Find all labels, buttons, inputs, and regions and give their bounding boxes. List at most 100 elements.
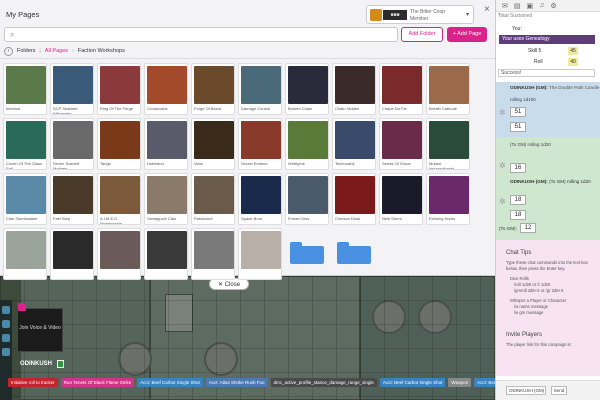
page-label <box>51 269 93 279</box>
page-card[interactable]: SCP Seafarer Wikomatic <box>50 63 94 115</box>
page-label: Crimson Dusk <box>335 216 361 221</box>
folder-icon[interactable] <box>285 228 329 280</box>
page-card[interactable]: Seeds Of Grace <box>379 118 423 170</box>
page-card[interactable]: Crimson Dusk <box>332 173 376 225</box>
page-card[interactable]: Interlust <box>3 63 47 115</box>
page-card[interactable]: Forge Of Blood <box>191 63 235 115</box>
page-card[interactable] <box>144 228 188 280</box>
roll-result: 16 <box>510 163 526 173</box>
roll-header-muted: Sustained <box>509 13 533 19</box>
page-label: Chain Hidden <box>335 106 360 111</box>
page-card[interactable]: Crossroads <box>144 63 188 115</box>
page-card[interactable]: Frozen Kiss <box>285 173 329 225</box>
page-card[interactable]: Vahe <box>191 118 235 170</box>
macro-button[interactable]: dmc_active_profile_stance_damage_range_s… <box>270 378 377 387</box>
page-label <box>98 269 140 279</box>
breadcrumb-current: Faction Workshops <box>77 48 125 54</box>
map-layer-icon[interactable] <box>2 320 10 328</box>
page-thumbnail <box>6 176 46 214</box>
page-card[interactable] <box>238 228 282 280</box>
send-button[interactable]: Send <box>551 386 567 395</box>
page-card[interactable]: Tango <box>97 118 141 170</box>
pages-modal: My Pages ■■■ The Bitter Coop Member ▾ × … <box>0 0 495 280</box>
page-card[interactable]: Damage Control <box>238 63 282 115</box>
page-card[interactable] <box>3 228 47 280</box>
page-card[interactable]: Hubtwind <box>144 118 188 170</box>
page-card[interactable]: Coven Of The Glass Sall <box>3 118 47 170</box>
macro-button[interactable]: Weapon <box>448 378 472 387</box>
page-card[interactable]: Ring Of The Forge <box>97 63 141 115</box>
page-card[interactable]: Echoing Hords <box>426 173 470 225</box>
breadcrumb-all-pages[interactable]: All Pages <box>45 48 68 54</box>
settings-tab-icon[interactable]: ⚙ <box>550 2 556 10</box>
page-card[interactable]: Webtyme <box>285 118 329 170</box>
page-label: Seven Scarlett Mothers <box>53 161 80 169</box>
page-card[interactable] <box>97 228 141 280</box>
account-avatars: ■■■ <box>383 10 407 20</box>
folder-icon[interactable] <box>332 228 376 280</box>
page-card[interactable]: Fast Step <box>50 173 94 225</box>
ruler-tool-icon[interactable] <box>2 348 10 356</box>
message-author: ODINKUSH (GM): The Double Path Candle <box>510 85 599 90</box>
page-card[interactable]: Patchwork <box>191 173 235 225</box>
macro-button[interactable]: Run Tenets Of Black Flame Strike <box>60 378 135 387</box>
macro-button[interactable]: Initiative roll to tracker <box>8 378 58 387</box>
page-card[interactable]: Seven Scarlett Mothers <box>50 118 94 170</box>
page-label: Crossroads <box>147 106 168 111</box>
page-card[interactable] <box>191 228 235 280</box>
page-card[interactable]: Chain Hidden <box>332 63 376 115</box>
page-card[interactable]: Technoarty <box>332 118 376 170</box>
page-card[interactable]: Secret Embers <box>238 118 282 170</box>
account-badge[interactable]: ■■■ The Bitter Coop Member ▾ <box>366 5 474 24</box>
macro-button[interactable]: Acct: Beef Carbot Single Shot <box>379 378 446 387</box>
page-label: Coven Of The Glass Sall <box>6 161 43 169</box>
join-video-label[interactable]: Join Voice & Video <box>18 325 62 331</box>
page-label: Webtyme <box>288 161 305 166</box>
player-video-card[interactable]: Join Voice & Video <box>17 303 63 352</box>
folders-label[interactable]: Folders <box>17 48 35 54</box>
page-thumbnail <box>288 66 328 104</box>
journal-tab-icon[interactable]: ▤ <box>514 2 521 10</box>
page-card[interactable]: A.I.M.E.D Protectorate <box>97 173 141 225</box>
invite-title: Invite Players <box>506 332 543 338</box>
roll-value: 40 <box>568 58 578 66</box>
page-label: Ring Of The Forge <box>100 106 134 111</box>
author-link[interactable]: The Double Path Candle <box>549 85 599 90</box>
macro-button[interactable]: Acct: Beef Carbot Single Shot <box>137 378 203 387</box>
add-folder-button[interactable]: Add Folder <box>401 27 443 42</box>
chat-tab-icon[interactable]: ✉ <box>502 2 508 10</box>
page-label: Seeds Of Grace <box>382 161 411 166</box>
account-logo-icon <box>370 9 382 21</box>
speaking-as-select[interactable]: ODINKUSH (GM) <box>506 386 546 395</box>
jukebox-tab-icon[interactable]: ♫ <box>539 2 544 9</box>
page-thumbnail <box>382 66 422 104</box>
draw-tool-icon[interactable] <box>2 334 10 342</box>
page-card[interactable]: Space-Born <box>238 173 282 225</box>
page-card[interactable]: New Storm <box>379 173 423 225</box>
select-tool-icon[interactable] <box>2 306 10 314</box>
page-card[interactable]: Mutant Insurrectionist <box>426 118 470 170</box>
page-card[interactable]: Clan Stormwalker <box>3 173 47 225</box>
page-thumbnail <box>335 66 375 104</box>
page-card[interactable]: Breath Cathode <box>426 63 470 115</box>
page-card[interactable]: Yamaguchi Clan <box>144 173 188 225</box>
page-thumbnail <box>335 121 375 159</box>
page-card[interactable] <box>50 228 94 280</box>
page-card[interactable]: Cirque Du Fie <box>379 63 423 115</box>
page-thumbnail <box>335 176 375 214</box>
pages-grid: Interlust SCP Seafarer Wikomatic Ring Of T… <box>3 63 473 280</box>
page-thumbnail <box>241 66 281 104</box>
page-card[interactable]: Broken Chain <box>285 63 329 115</box>
folders-toggle-icon[interactable]: › <box>4 46 13 56</box>
add-page-button[interactable]: + Add Page <box>447 27 487 42</box>
page-thumbnail <box>241 176 281 214</box>
compendium-tab-icon[interactable]: ▣ <box>527 2 534 10</box>
chat-sidebar: ✉ ▤ ▣ ♫ ⚙ Total Sustained You: Your uses… <box>495 0 600 400</box>
macro-button[interactable]: Acct: Atlas Shrike Rush Foo <box>205 378 268 387</box>
close-icon[interactable]: × <box>484 4 490 15</box>
page-thumbnail <box>100 66 140 104</box>
success-box: Success! <box>498 69 595 77</box>
player-status-badge <box>57 360 64 368</box>
search-input[interactable]: ⌕ <box>4 27 398 42</box>
page-label <box>239 269 281 279</box>
